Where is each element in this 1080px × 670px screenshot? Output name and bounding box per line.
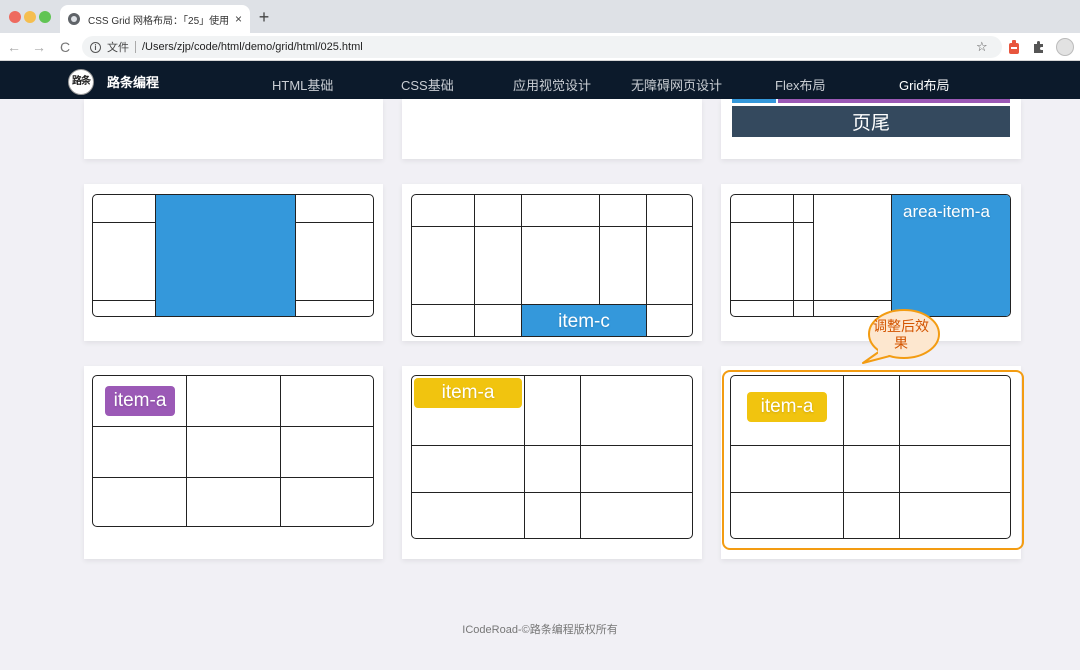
browser-tab[interactable]: CSS Grid 网格布局：「25」使用 × bbox=[60, 5, 250, 33]
grid-line bbox=[412, 492, 692, 493]
site-logo[interactable]: 路条 bbox=[68, 69, 94, 95]
nav-accessibility[interactable]: 无障碍网页设计 bbox=[631, 75, 722, 94]
reload-icon[interactable]: C bbox=[57, 38, 73, 56]
close-tab-icon[interactable]: × bbox=[235, 13, 242, 25]
browser-tab-strip: CSS Grid 网格布局：「25」使用 × + bbox=[0, 0, 1080, 33]
grid-line bbox=[599, 195, 600, 305]
nav-visual-design[interactable]: 应用视觉设计 bbox=[513, 75, 591, 94]
grid-line bbox=[646, 195, 647, 336]
sidebar-strip bbox=[732, 99, 776, 103]
tab-title: CSS Grid 网格布局：「25」使用 bbox=[88, 15, 229, 27]
nav-html-basics[interactable]: HTML基础 bbox=[272, 75, 333, 94]
grid-line bbox=[93, 222, 155, 223]
grid-line bbox=[793, 195, 794, 316]
demo-card: item-a bbox=[402, 366, 702, 559]
grid-line bbox=[93, 426, 373, 427]
grid-line bbox=[186, 376, 187, 526]
grid-container: item-a bbox=[92, 375, 374, 527]
grid-container: item-c bbox=[411, 194, 693, 337]
area-item-a: area-item-a bbox=[892, 195, 1010, 316]
grid-container: area-item-a bbox=[730, 194, 1011, 317]
grid-line bbox=[412, 445, 692, 446]
item-a-label: item-a bbox=[441, 382, 495, 403]
puzzle-icon[interactable] bbox=[1032, 40, 1046, 54]
info-icon[interactable]: i bbox=[90, 41, 101, 53]
nav-grid-layout[interactable]: Grid布局 bbox=[899, 75, 950, 94]
callout-text: 调整后效果 bbox=[873, 318, 929, 351]
content-strip bbox=[778, 99, 1010, 103]
area-item-a-label: area-item-a bbox=[903, 202, 990, 221]
forward-arrow-icon[interactable]: → bbox=[31, 38, 47, 56]
grid-item-c: item-c bbox=[522, 305, 646, 336]
omnibox-divider bbox=[135, 41, 136, 53]
url-text[interactable]: /Users/zjp/code/html/demo/grid/html/025.… bbox=[142, 41, 363, 53]
nav-css-basics[interactable]: CSS基础 bbox=[401, 75, 454, 94]
minimize-window-button[interactable] bbox=[24, 11, 36, 23]
grid-item-a: item-a bbox=[414, 378, 522, 408]
grid-line bbox=[524, 376, 525, 538]
grid-line bbox=[295, 300, 373, 301]
demo-card: item-c bbox=[402, 184, 702, 341]
site-header: 路条 路条编程 HTML基础 CSS基础 应用视觉设计 无障碍网页设计 Flex… bbox=[0, 61, 1080, 99]
grid-line bbox=[93, 477, 373, 478]
demo-card bbox=[84, 184, 383, 341]
grid-line bbox=[93, 300, 155, 301]
grid-line bbox=[155, 195, 156, 316]
address-bar: ← → C i 文件 /Users/zjp/code/html/demo/gri… bbox=[0, 33, 1080, 61]
grid-line bbox=[295, 195, 296, 316]
copyright-footer: ICodeRoad-©路条编程版权所有 bbox=[462, 624, 618, 636]
grid-item-blue bbox=[155, 195, 295, 316]
grid-item-a: item-a bbox=[105, 386, 175, 416]
grid-line bbox=[295, 222, 373, 223]
grid-line bbox=[580, 376, 581, 538]
item-c-label: item-c bbox=[558, 310, 610, 332]
demo-card bbox=[84, 99, 383, 159]
grid-line bbox=[731, 222, 813, 223]
demo-card bbox=[402, 99, 702, 159]
maximize-window-button[interactable] bbox=[39, 11, 51, 23]
grid-line bbox=[412, 226, 692, 227]
globe-icon bbox=[68, 13, 80, 25]
nav-flex-layout[interactable]: Flex布局 bbox=[775, 75, 826, 94]
grid-line bbox=[280, 376, 281, 526]
new-tab-button[interactable]: + bbox=[256, 7, 272, 27]
close-window-button[interactable] bbox=[9, 11, 21, 23]
demo-card: item-a bbox=[84, 366, 383, 559]
highlight-frame bbox=[722, 370, 1024, 550]
brand-name[interactable]: 路条编程 bbox=[107, 72, 159, 91]
grid-line bbox=[813, 195, 814, 316]
bookmark-star-icon[interactable]: ☆ bbox=[976, 39, 988, 55]
grid-line bbox=[731, 300, 891, 301]
back-arrow-icon[interactable]: ← bbox=[6, 38, 22, 56]
grid-container bbox=[92, 194, 374, 317]
item-a-label: item-a bbox=[113, 390, 167, 411]
profile-avatar[interactable] bbox=[1056, 38, 1074, 56]
extension-icon[interactable] bbox=[1008, 39, 1020, 55]
grid-container: item-a bbox=[411, 375, 693, 539]
grid-line bbox=[474, 195, 475, 336]
url-input[interactable]: i 文件 /Users/zjp/code/html/demo/grid/html… bbox=[82, 36, 1002, 58]
demo-card: 页尾 bbox=[721, 99, 1021, 159]
file-scheme-label: 文件 bbox=[107, 42, 129, 54]
footer-area-label: 页尾 bbox=[732, 106, 1010, 137]
